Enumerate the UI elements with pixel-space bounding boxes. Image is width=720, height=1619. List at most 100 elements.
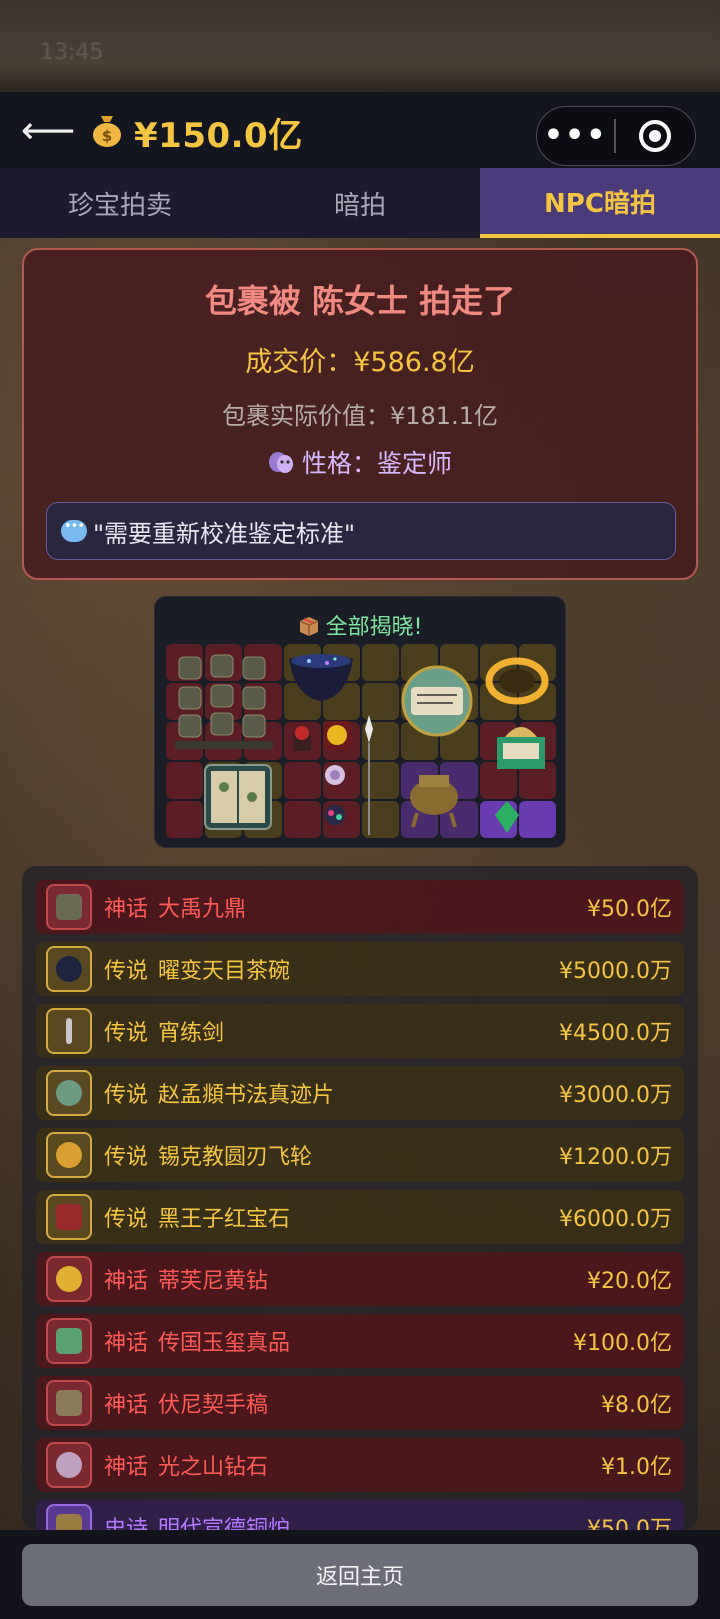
item-name: 曜变天目茶碗: [158, 959, 291, 984]
item-thumbnail: [46, 946, 92, 992]
item-name: 伏尼契手稿: [158, 1393, 269, 1418]
thumb-image: [56, 1266, 82, 1292]
thumb-image: [56, 1514, 82, 1530]
item-price: ¥50.0万: [587, 1517, 672, 1530]
grid-cell: [166, 761, 204, 799]
item-price: ¥8.0亿: [601, 1393, 672, 1418]
list-item[interactable]: 神话 传国玉玺真品 ¥100.0亿: [36, 1314, 684, 1368]
grid-cell: [518, 800, 556, 838]
auction-result-card: 包裹被 陈女士 拍走了 成交价：¥586.8亿 包裹实际价值：¥181.1亿 性…: [22, 248, 698, 580]
item-thumbnail: [46, 1194, 92, 1240]
item-thumbnail: [46, 1318, 92, 1364]
item-price: ¥1.0亿: [601, 1455, 672, 1480]
target-icon[interactable]: [616, 120, 695, 152]
grid-cell: [283, 800, 321, 838]
list-item[interactable]: 神话 大禹九鼎 ¥50.0亿: [36, 880, 684, 934]
theater-mask-icon: [268, 452, 293, 473]
item-name: 宵练剑: [158, 1021, 225, 1046]
svg-text:$: $: [102, 127, 112, 145]
manuscript-art: [204, 764, 272, 830]
list-item[interactable]: 传说 锡克教圆刃飞轮 ¥1200.0万: [36, 1128, 684, 1182]
list-item[interactable]: 神话 伏尼契手稿 ¥8.0亿: [36, 1376, 684, 1430]
gem-cluster-art: [325, 805, 345, 825]
jade-seal-art: [497, 727, 545, 769]
item-rarity: 神话: [104, 1331, 149, 1356]
item-price: ¥4500.0万: [559, 1021, 672, 1046]
item-rarity: 传说: [104, 1145, 149, 1170]
grid-cell: [283, 761, 321, 799]
emerald-art: [495, 801, 519, 833]
tab-treasure-auction[interactable]: 珍宝拍卖: [0, 168, 240, 238]
item-price: ¥3000.0万: [559, 1083, 672, 1108]
item-thumbnail: [46, 1442, 92, 1488]
item-price: ¥100.0亿: [573, 1331, 672, 1356]
item-name: 传国玉玺真品: [158, 1331, 291, 1356]
reveal-title-text: 全部揭晓!: [325, 615, 423, 640]
npc-quote: "需要重新校准鉴定标准": [46, 502, 676, 560]
list-item[interactable]: 传说 宵练剑 ¥4500.0万: [36, 1004, 684, 1058]
thumb-image: [56, 1080, 82, 1106]
grid-cell: [361, 644, 400, 682]
reveal-title: 全部揭晓!: [155, 609, 565, 641]
item-price: ¥6000.0万: [559, 1207, 672, 1232]
list-item[interactable]: 史诗 明代宣德铜炉 ¥50.0万: [36, 1500, 684, 1530]
item-rarity: 史诗: [104, 1517, 149, 1530]
thumb-image: [56, 956, 82, 982]
list-item[interactable]: 传说 赵孟頫书法真迹片 ¥3000.0万: [36, 1066, 684, 1120]
thumb-image: [56, 1390, 82, 1416]
thumb-image: [56, 1452, 82, 1478]
money-bag-icon: $: [90, 112, 124, 156]
item-name: 赵孟頫书法真迹片: [158, 1083, 335, 1108]
personality-text: 性格：鉴定师: [301, 449, 452, 478]
tab-npc-blind-auction[interactable]: NPC暗拍: [480, 168, 720, 238]
reveal-panel: 全部揭晓!: [154, 596, 566, 848]
tab-blind-auction[interactable]: 暗拍: [240, 168, 480, 238]
list-item[interactable]: 传说 黑王子红宝石 ¥6000.0万: [36, 1190, 684, 1244]
thumb-image: [56, 1204, 82, 1230]
item-thumbnail: [46, 1070, 92, 1116]
thumb-image: [56, 1142, 82, 1168]
sword-art: [365, 715, 373, 835]
status-time: 13:45: [40, 40, 104, 65]
item-rarity: 传说: [104, 1207, 149, 1232]
item-rarity: 传说: [104, 1083, 149, 1108]
real-value: 包裹实际价值：¥181.1亿: [222, 402, 498, 430]
thumb-image: [56, 894, 82, 920]
package-icon: [299, 617, 318, 636]
header-bar: ⟵ $ ¥150.0亿 •••: [0, 92, 720, 168]
item-rarity: 神话: [104, 1393, 149, 1418]
item-name: 黑王子红宝石: [158, 1207, 291, 1232]
bronze-censer-art: [410, 775, 458, 828]
item-rarity: 传说: [104, 959, 149, 984]
return-home-button[interactable]: 返回主页: [22, 1544, 698, 1606]
item-thumbnail: [46, 1132, 92, 1178]
bottom-bar: 返回主页: [0, 1530, 720, 1619]
yellow-diamond-art: [323, 721, 351, 749]
status-bar: 13:45: [0, 0, 720, 92]
calligraphy-scroll-art: [401, 665, 473, 737]
mini-program-capsule: •••: [536, 106, 696, 166]
item-name: 锡克教圆刃飞轮: [158, 1145, 313, 1170]
list-item[interactable]: 传说 曜变天目茶碗 ¥5000.0万: [36, 942, 684, 996]
item-rarity: 神话: [104, 1455, 149, 1480]
item-thumbnail: [46, 1380, 92, 1426]
thumb-image: [56, 1328, 82, 1354]
item-rarity: 神话: [104, 897, 149, 922]
item-rarity: 传说: [104, 1021, 149, 1046]
item-name: 光之山钻石: [158, 1455, 269, 1480]
arrow-left-icon[interactable]: ⟵: [21, 110, 75, 150]
item-list: 神话 大禹九鼎 ¥50.0亿 传说 曜变天目茶碗 ¥5000.0万 传说 宵练剑…: [22, 866, 698, 1530]
speech-bubble-icon: [61, 519, 87, 542]
item-name: 明代宣德铜炉: [158, 1517, 291, 1530]
grid-cell: [166, 800, 204, 838]
list-item[interactable]: 神话 蒂芙尼黄钻 ¥20.0亿: [36, 1252, 684, 1306]
chakram-art: [485, 657, 549, 705]
item-name: 蒂芙尼黄钻: [158, 1269, 269, 1294]
deal-price: 成交价：¥586.8亿: [245, 347, 475, 378]
list-item[interactable]: 神话 光之山钻石 ¥1.0亿: [36, 1438, 684, 1492]
nine-tripods-art: [175, 654, 273, 749]
item-price: ¥1200.0万: [559, 1145, 672, 1170]
item-price: ¥50.0亿: [587, 897, 672, 922]
more-dots-icon[interactable]: •••: [537, 121, 614, 151]
npc-quote-text: "需要重新校准鉴定标准": [93, 519, 356, 548]
